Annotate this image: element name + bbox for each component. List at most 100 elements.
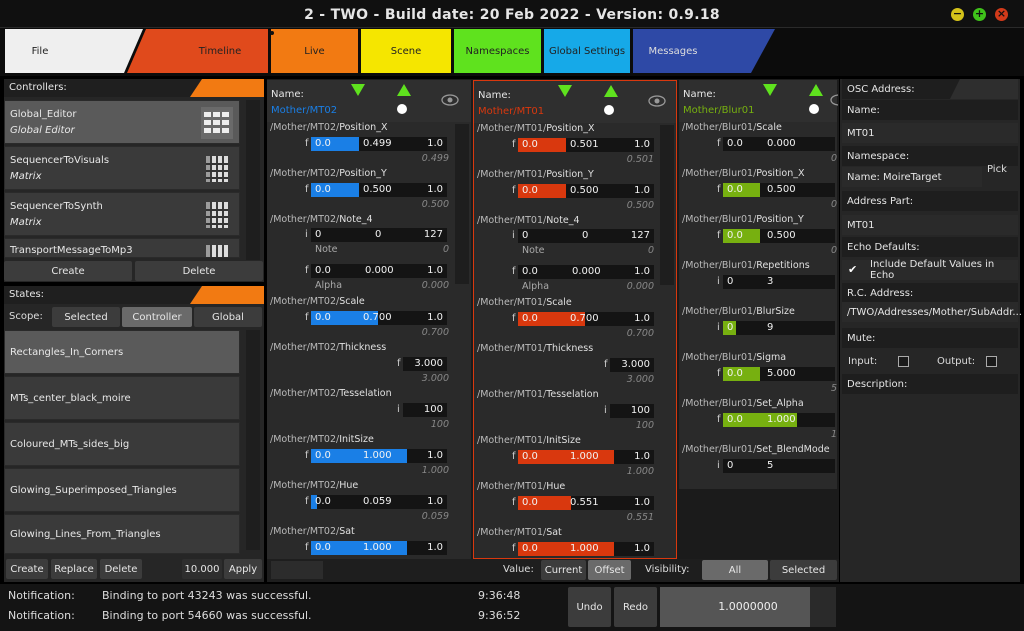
param-slider[interactable]: 0.0 1.000 1.0 xyxy=(311,541,447,555)
create-state-button[interactable]: Create xyxy=(6,559,48,579)
alpha-value[interactable]: 0.0 0.000 1.0 xyxy=(311,264,447,278)
param-slider[interactable]: 0.0 1.000 1.0 xyxy=(518,450,654,464)
type-label: f xyxy=(305,138,309,149)
param-slider[interactable]: 03 xyxy=(723,275,835,289)
param-slider[interactable]: 0.0 0.499 1.0 xyxy=(311,137,447,151)
visibility-dot-icon[interactable] xyxy=(809,104,819,114)
param-slider[interactable]: 0.0 0.500 xyxy=(723,183,835,197)
scope-label: Scope: xyxy=(9,311,43,322)
eye-icon[interactable] xyxy=(441,94,459,106)
name-field[interactable]: MT01 xyxy=(842,123,1018,143)
param-sub: 1.000 xyxy=(626,466,654,477)
mute-input-checkbox[interactable] xyxy=(898,356,909,367)
replace-state-button[interactable]: Replace xyxy=(51,559,97,579)
footer-blank-button[interactable] xyxy=(271,561,323,579)
param-sub: 0.500 xyxy=(626,200,654,211)
arrow-up-icon[interactable] xyxy=(809,84,823,96)
apply-button[interactable]: Apply xyxy=(224,559,262,579)
state-item[interactable]: MTs_center_black_moire xyxy=(4,376,240,420)
arrow-down-icon[interactable] xyxy=(558,85,572,97)
description-label: Description: xyxy=(842,374,1018,394)
param-slider[interactable]: 0.0 0.551 1.0 xyxy=(518,496,654,510)
param-slider[interactable]: 09 xyxy=(723,321,835,335)
states-scrollbar[interactable] xyxy=(246,330,260,550)
param-slider[interactable]: 0.0 0.700 1.0 xyxy=(518,312,654,326)
delete-controller-button[interactable]: Delete xyxy=(135,261,263,281)
offset-button[interactable]: Offset xyxy=(588,560,631,580)
minimize-icon[interactable]: − xyxy=(951,8,964,21)
tab-global-settings[interactable]: Global Settings xyxy=(544,29,630,73)
echo-defaults-checkbox[interactable]: ✔ xyxy=(848,264,859,275)
zoom-slider[interactable]: 1.0000000 xyxy=(660,587,836,627)
param-slider[interactable]: 05 xyxy=(723,459,835,473)
mute-output-checkbox[interactable] xyxy=(986,356,997,367)
controller-item[interactable]: Global_Editor Global Editor xyxy=(4,100,240,144)
state-item[interactable]: Glowing_Superimposed_Triangles xyxy=(4,468,240,512)
rc-address-field[interactable]: /TWO/Addresses/Mother/SubAddr... xyxy=(842,302,1022,322)
alpha-label: Alpha xyxy=(522,281,550,292)
param-slider[interactable]: 0.0 5.000 xyxy=(723,367,835,381)
param-slider[interactable]: 0.0 1.000 xyxy=(723,413,835,427)
param-slider[interactable]: 0.0 0.500 1.0 xyxy=(311,183,447,197)
param-slider[interactable]: 0.0 0.000 xyxy=(723,137,835,151)
arrow-down-icon[interactable] xyxy=(351,84,365,96)
controller-item[interactable]: TransportMessageToMp3 xyxy=(4,238,240,258)
scope-controller-button[interactable]: Controller xyxy=(122,307,192,327)
redo-button[interactable]: Redo xyxy=(614,587,657,627)
eye-icon[interactable] xyxy=(648,95,666,107)
visibility-dot-icon[interactable] xyxy=(397,104,407,114)
interpolation-time-field[interactable]: 10.000 xyxy=(182,559,222,579)
param-slider[interactable]: 0.0 1.000 1.0 xyxy=(311,449,447,463)
tab-messages[interactable]: Messages xyxy=(633,29,713,73)
param-slider[interactable]: 0.0 0.500 1.0 xyxy=(518,184,654,198)
tab-timeline[interactable]: Timeline xyxy=(180,29,260,73)
current-button[interactable]: Current xyxy=(541,560,586,580)
state-item[interactable]: Glowing_Lines_From_Triangles xyxy=(4,514,240,554)
visibility-dot-icon[interactable] xyxy=(604,105,614,115)
tab-namespaces[interactable]: Namespaces xyxy=(454,29,541,73)
param-slider[interactable]: 0.0 0.501 1.0 xyxy=(518,138,654,152)
tab-file[interactable]: File xyxy=(5,29,75,73)
eye-icon[interactable] xyxy=(830,94,838,106)
visibility-selected-button[interactable]: Selected xyxy=(770,560,837,580)
state-item[interactable]: Rectangles_In_Corners xyxy=(4,330,240,374)
param-value[interactable]: 100 xyxy=(403,403,447,417)
close-icon[interactable]: × xyxy=(995,8,1008,21)
note-value[interactable]: 0 0 127 xyxy=(311,228,447,242)
param-path: /Mother/MT01/Position_Y xyxy=(477,169,594,180)
note-value[interactable]: 0 0 127 xyxy=(518,229,654,243)
controller-item[interactable]: SequencerToSynth Matrix xyxy=(4,192,240,236)
scope-global-button[interactable]: Global xyxy=(194,307,262,327)
param-value[interactable]: 3.000 xyxy=(610,358,654,372)
controllers-scrollbar[interactable] xyxy=(246,100,260,260)
note-label: Note xyxy=(315,244,338,255)
object-name: Mother/MT02 xyxy=(271,105,338,116)
pick-button[interactable]: Pick xyxy=(987,164,1007,175)
param-slider[interactable]: 0.0 1.000 1.0 xyxy=(518,542,654,556)
state-item[interactable]: Coloured_MTs_sides_big xyxy=(4,422,240,466)
undo-button[interactable]: Undo xyxy=(568,587,611,627)
create-controller-button[interactable]: Create xyxy=(4,261,132,281)
param-slider[interactable]: 0.0 0.059 1.0 xyxy=(311,495,447,509)
column-scrollbar[interactable] xyxy=(660,125,674,285)
delete-state-button[interactable]: Delete xyxy=(100,559,142,579)
param-value[interactable]: 3.000 xyxy=(403,357,447,371)
column-scrollbar[interactable] xyxy=(455,124,469,284)
maximize-icon[interactable]: + xyxy=(973,8,986,21)
type-label: f xyxy=(512,451,516,462)
param-slider[interactable]: 0.0 0.700 1.0 xyxy=(311,311,447,325)
address-part-field[interactable]: MT01 xyxy=(842,215,1018,235)
param-slider[interactable]: 0.0 0.500 xyxy=(723,229,835,243)
scope-selected-button[interactable]: Selected xyxy=(52,307,120,327)
arrow-up-icon[interactable] xyxy=(397,84,411,96)
alpha-value[interactable]: 0.0 0.000 1.0 xyxy=(518,265,654,279)
param-value[interactable]: 100 xyxy=(610,404,654,418)
tab-live[interactable]: Live xyxy=(271,29,358,73)
arrow-down-icon[interactable] xyxy=(763,84,777,96)
visibility-all-button[interactable]: All xyxy=(702,560,768,580)
controller-item[interactable]: SequencerToVisuals Matrix xyxy=(4,146,240,190)
output-label: Output: xyxy=(937,356,976,367)
arrow-up-icon[interactable] xyxy=(604,85,618,97)
namespace-field[interactable]: Name: MoireTarget xyxy=(842,167,982,187)
tab-scene[interactable]: Scene xyxy=(361,29,451,73)
